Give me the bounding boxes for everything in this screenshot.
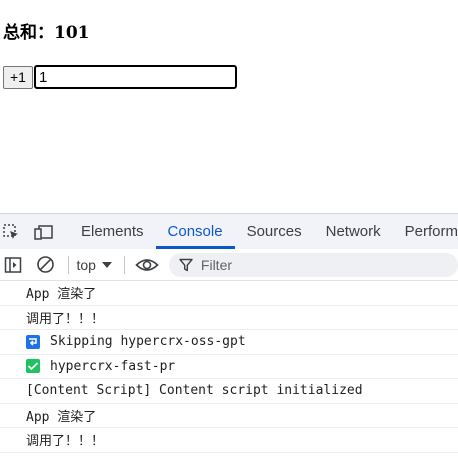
console-message-text: hypercrx-fast-pr (50, 358, 176, 374)
tab-elements[interactable]: Elements (69, 214, 156, 249)
devtools-panel: Elements Console Sources Network Perform (0, 213, 458, 460)
live-expression-eye-icon[interactable] (135, 255, 159, 275)
console-toolbar: top Filter (0, 249, 458, 281)
chevron-down-icon (101, 261, 112, 269)
console-message: [Content Script] Content script initiali… (0, 379, 458, 404)
context-selector[interactable]: top (76, 256, 112, 273)
app-controls: +1 (3, 65, 237, 89)
toolbar-divider (123, 255, 125, 274)
sum-label: 总和：101 (3, 23, 90, 43)
devtools-tabbar: Elements Console Sources Network Perform (0, 214, 458, 249)
tab-sources[interactable]: Sources (235, 214, 314, 249)
number-input[interactable] (33, 65, 237, 89)
tab-performance[interactable]: Perform (393, 214, 458, 249)
inspect-element-icon[interactable] (2, 222, 20, 242)
filter-input[interactable]: Filter (168, 252, 458, 277)
check-icon (26, 359, 40, 374)
clear-console-icon[interactable] (36, 255, 55, 275)
tab-console[interactable]: Console (155, 214, 235, 249)
console-message-text: Skipping hypercrx-oss-gpt (50, 334, 246, 350)
console-message-text: 调用了！！！ (26, 311, 105, 327)
context-label: top (76, 256, 96, 273)
page: 总和：101 +1 Elements Console Sources Netw (0, 0, 458, 460)
sidebar-toggle-icon[interactable] (3, 255, 22, 275)
console-message-text: [Content Script] Content script initiali… (26, 383, 363, 399)
toolbar-divider (67, 255, 69, 274)
increment-button[interactable]: +1 (3, 65, 33, 89)
console-message: 调用了！！！ (0, 306, 458, 330)
console-message-text: App 渲染了 (26, 287, 97, 303)
console-message: App 渲染了 (0, 404, 458, 428)
console-message-text: App 渲染了 (26, 409, 97, 425)
console-message: App 渲染了 (0, 281, 458, 306)
console-message: Skipping hypercrx-oss-gpt (0, 330, 458, 355)
console-message: hypercrx-fast-pr (0, 355, 458, 379)
skip-icon (26, 334, 40, 349)
tab-network[interactable]: Network (314, 214, 393, 249)
console-output: App 渲染了 调用了！！！ Skipping hypercrx-oss-gpt… (0, 281, 458, 453)
console-message-text: 调用了！！！ (26, 434, 105, 450)
filter-icon (179, 258, 193, 272)
device-toolbar-icon[interactable] (34, 222, 54, 242)
console-message: 调用了！！！ (0, 428, 458, 453)
filter-placeholder: Filter (200, 256, 233, 273)
